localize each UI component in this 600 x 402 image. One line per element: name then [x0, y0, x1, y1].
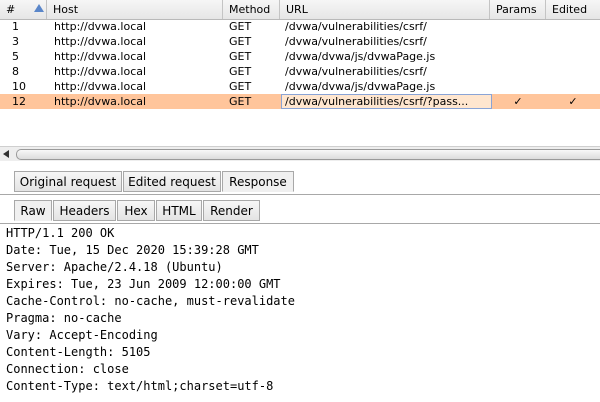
response-line: HTTP/1.1 200 OK: [6, 226, 115, 240]
response-line: Content-Type: text/html;charset=utf-8: [6, 379, 274, 393]
cell-method: GET: [229, 50, 252, 63]
history-table: # Host Method URL Params Edited 1 http:/…: [0, 0, 600, 162]
cell-number: 1: [12, 20, 19, 33]
cell-method: GET: [229, 35, 252, 48]
cell-url: /dvwa/vulnerabilities/csrf/: [285, 20, 427, 33]
cell-number: 3: [12, 35, 19, 48]
cell-host: http://dvwa.local: [54, 35, 147, 48]
view-tab-bar: Raw Headers Hex HTML Render: [0, 200, 600, 224]
cell-host: http://dvwa.local: [54, 80, 147, 93]
cell-url: /dvwa/dvwa/js/dvwaPage.js: [285, 50, 436, 63]
table-row[interactable]: 8 http://dvwa.local GET /dvwa/vulnerabil…: [0, 64, 600, 79]
response-line: Connection: close: [6, 362, 129, 376]
response-line: Vary: Accept-Encoding: [6, 328, 158, 342]
column-header-method[interactable]: Method: [223, 0, 280, 19]
request-tab-bar: Original request Edited request Response: [0, 171, 600, 195]
cell-method: GET: [229, 80, 252, 93]
column-header-url[interactable]: URL: [280, 0, 490, 19]
column-header-edited[interactable]: Edited: [546, 0, 600, 19]
cell-edited: [546, 19, 600, 34]
raw-response-text[interactable]: HTTP/1.1 200 OK Date: Tue, 15 Dec 2020 1…: [0, 224, 600, 402]
cell-method: GET: [229, 20, 252, 33]
cell-method: GET: [229, 65, 252, 78]
response-line: Server: Apache/2.4.18 (Ubuntu): [6, 260, 223, 274]
scroll-left-arrow-icon[interactable]: [3, 150, 9, 158]
cell-host: http://dvwa.local: [54, 20, 147, 33]
cell-number: 5: [12, 50, 19, 63]
table-header: # Host Method URL Params Edited: [0, 0, 600, 20]
table-row-selected[interactable]: 12 http://dvwa.local GET /dvwa/vulnerabi…: [0, 94, 600, 109]
column-header-params[interactable]: Params: [490, 0, 546, 19]
tab-headers[interactable]: Headers: [53, 200, 116, 221]
cell-host: http://dvwa.local: [54, 50, 147, 63]
cell-edited: [546, 34, 600, 49]
cell-url: /dvwa/vulnerabilities/csrf/: [285, 35, 427, 48]
response-line: Pragma: no-cache: [6, 311, 122, 325]
tab-edited-request[interactable]: Edited request: [123, 171, 221, 192]
cell-edited: [546, 64, 600, 79]
cell-url: /dvwa/vulnerabilities/csrf/: [285, 65, 427, 78]
edited-check-icon: ✓: [568, 95, 578, 108]
cell-params: [490, 34, 546, 49]
sort-ascending-icon[interactable]: [34, 4, 44, 12]
table-row[interactable]: 10 http://dvwa.local GET /dvwa/dvwa/js/d…: [0, 79, 600, 94]
cell-number: 10: [12, 80, 26, 93]
scrollbar-thumb[interactable]: [16, 149, 600, 160]
tab-hex[interactable]: Hex: [117, 200, 155, 221]
params-check-icon: ✓: [513, 95, 523, 108]
table-row[interactable]: 3 http://dvwa.local GET /dvwa/vulnerabil…: [0, 34, 600, 49]
cell-number: 8: [12, 65, 19, 78]
cell-url: /dvwa/vulnerabilities/csrf/?pass...: [281, 94, 492, 109]
cell-method: GET: [229, 95, 252, 108]
cell-url: /dvwa/dvwa/js/dvwaPage.js: [285, 80, 436, 93]
tab-html[interactable]: HTML: [156, 200, 202, 221]
column-header-host[interactable]: Host: [47, 0, 223, 19]
cell-number: 12: [12, 95, 26, 108]
table-row[interactable]: 1 http://dvwa.local GET /dvwa/vulnerabil…: [0, 19, 600, 34]
table-row[interactable]: 5 http://dvwa.local GET /dvwa/dvwa/js/dv…: [0, 49, 600, 64]
response-line: Expires: Tue, 23 Jun 2009 12:00:00 GMT: [6, 277, 281, 291]
response-line: Date: Tue, 15 Dec 2020 15:39:28 GMT: [6, 243, 259, 257]
tab-original-request[interactable]: Original request: [14, 171, 122, 192]
cell-params: [490, 19, 546, 34]
column-header-number[interactable]: #: [0, 0, 47, 19]
response-line: Content-Length: 5105: [6, 345, 151, 359]
cell-edited: [546, 79, 600, 94]
cell-params: [490, 64, 546, 79]
horizontal-scrollbar[interactable]: [0, 146, 600, 161]
cell-host: http://dvwa.local: [54, 65, 147, 78]
cell-edited: [546, 49, 600, 64]
tab-render[interactable]: Render: [203, 200, 260, 221]
cell-params: [490, 79, 546, 94]
response-line: Cache-Control: no-cache, must-revalidate: [6, 294, 295, 308]
tab-raw[interactable]: Raw: [14, 200, 52, 221]
tab-response[interactable]: Response: [222, 171, 294, 192]
cell-params: [490, 49, 546, 64]
cell-host: http://dvwa.local: [54, 95, 147, 108]
